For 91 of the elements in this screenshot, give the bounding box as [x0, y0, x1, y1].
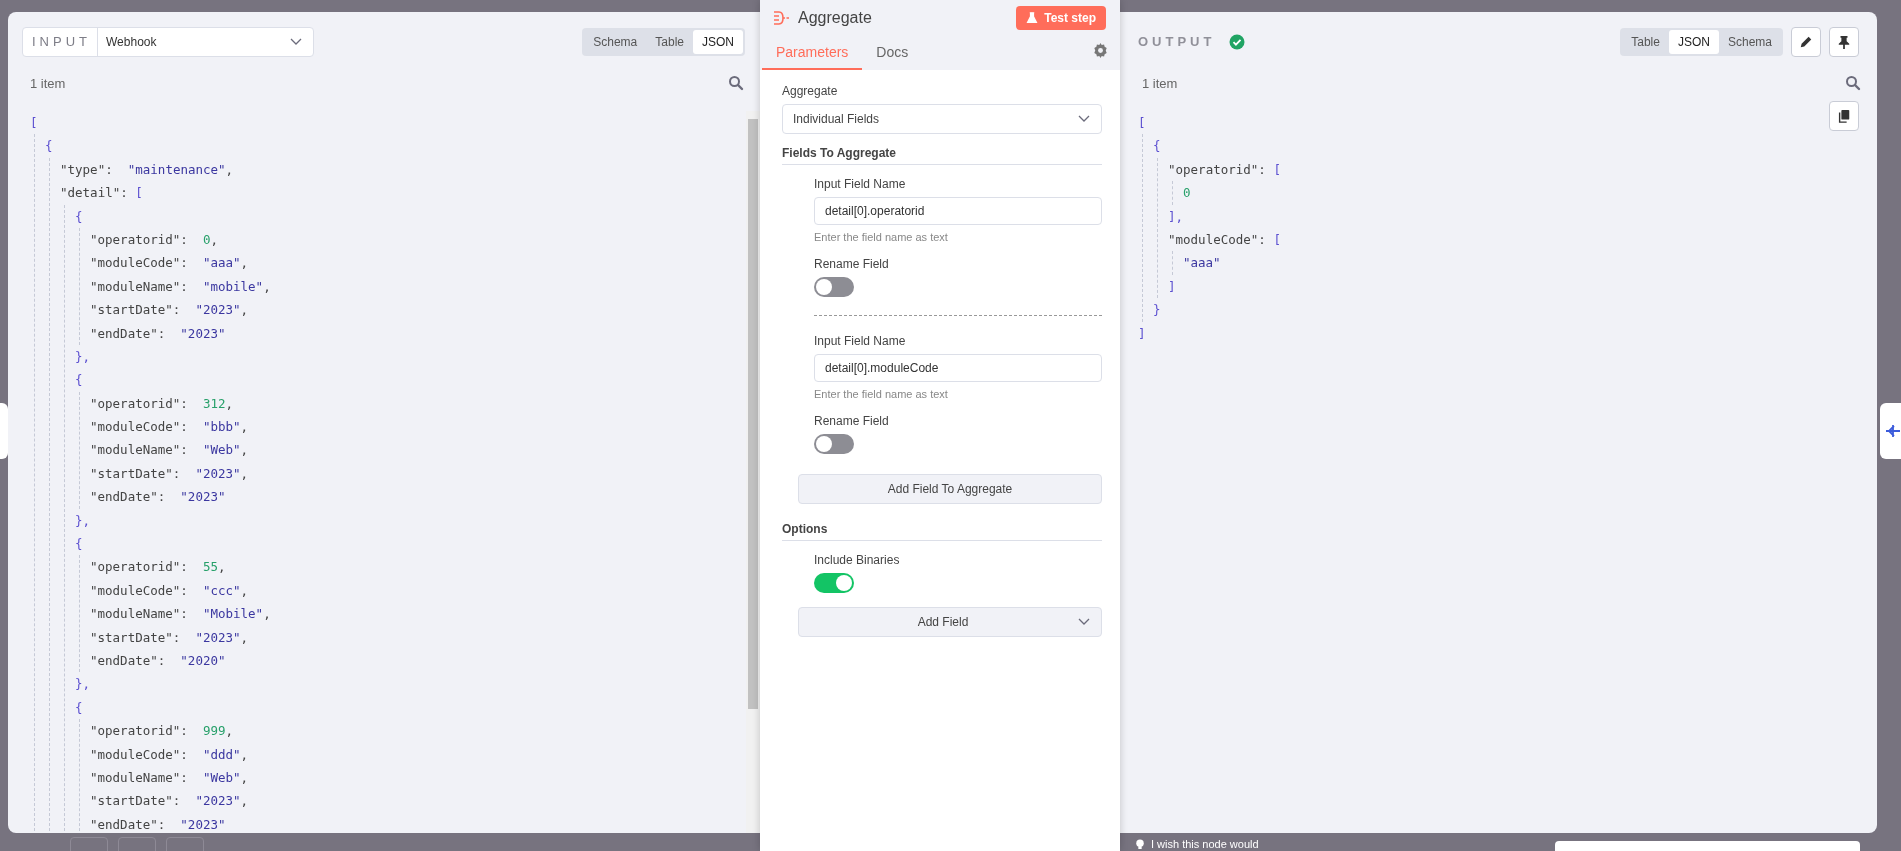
pencil-icon — [1799, 35, 1813, 49]
section-title: Fields To Aggregate — [782, 146, 1102, 165]
source-select[interactable]: INPUT Webhook — [22, 27, 314, 57]
view-tab[interactable]: JSON — [1668, 30, 1719, 54]
view-tab[interactable]: JSON — [693, 30, 743, 54]
json-line: { — [75, 698, 83, 717]
toggle-switch[interactable] — [814, 277, 854, 297]
feedback-text: I wish this node would — [1151, 838, 1259, 850]
json-line: 0 — [1183, 184, 1191, 203]
json-line: "moduleName": "mobile", — [90, 277, 271, 296]
json-line: }, — [75, 511, 91, 530]
json-line: ] — [1138, 324, 1146, 343]
json-line: "startDate": "2023", — [90, 628, 249, 647]
input-field[interactable]: detail[0].operatorid — [814, 197, 1102, 225]
copy-button[interactable] — [1829, 101, 1859, 131]
toggle-switch[interactable] — [814, 434, 854, 454]
json-line: "aaa" — [1183, 254, 1221, 273]
side-tab[interactable] — [1880, 403, 1901, 459]
field-label: Aggregate — [782, 84, 839, 98]
section-title: Options — [782, 522, 1102, 541]
toggle-label: Rename Field — [814, 414, 890, 428]
view-tab[interactable]: Schema — [584, 30, 647, 54]
node-icon — [772, 10, 790, 26]
search-icon — [728, 75, 744, 91]
json-line: [ — [30, 114, 38, 132]
side-tab[interactable] — [0, 403, 8, 459]
panel-label: OUTPUT — [1138, 33, 1217, 51]
json-line: }, — [75, 347, 91, 366]
json-line: "moduleCode": "aaa", — [90, 254, 249, 273]
view-tab[interactable]: Table — [646, 30, 693, 54]
panel-label: INPUT — [23, 28, 98, 56]
panel-tab[interactable]: Docs — [862, 44, 923, 70]
json-line: "moduleCode": "ccc", — [90, 581, 249, 600]
json-line: { — [75, 535, 83, 554]
field-hint: Enter the field name as text — [814, 231, 949, 243]
json-line: "endDate": "2020" — [90, 652, 226, 670]
json-line: } — [1153, 301, 1161, 320]
json-line: [ — [1138, 114, 1146, 132]
toggle-switch[interactable] — [814, 573, 854, 593]
json-line: "moduleCode": "ddd", — [90, 745, 249, 764]
select-value: Webhook — [105, 35, 158, 49]
json-line: { — [75, 207, 83, 226]
json-line: "moduleCode": [ — [1168, 230, 1281, 249]
arrows-icon — [1885, 423, 1901, 439]
json-line: { — [1153, 137, 1161, 156]
add-field-dropdown[interactable]: Add Field — [798, 607, 1102, 637]
node-title: Aggregate — [798, 9, 872, 27]
json-line: "startDate": "2023", — [90, 792, 249, 811]
json-line: "moduleName": "Web", — [90, 768, 249, 787]
json-line: "operatorid": [ — [1168, 160, 1281, 179]
json-line: "moduleCode": "bbb", — [90, 418, 249, 437]
json-line: }, — [75, 675, 91, 694]
lightbulb-icon — [1135, 838, 1145, 850]
json-line: "startDate": "2023", — [90, 301, 249, 320]
item-count: 1 item — [1142, 75, 1178, 91]
json-line: ], — [1168, 207, 1184, 226]
input-field[interactable]: detail[0].moduleCode — [814, 354, 1102, 382]
field-label: Input Field Name — [814, 177, 907, 191]
scrollbar[interactable] — [746, 111, 760, 833]
toggle-label: Include Binaries — [814, 553, 901, 567]
json-line: "detail": [ — [60, 184, 143, 203]
field-hint: Enter the field name as text — [814, 388, 949, 400]
view-tab[interactable]: Table — [1622, 30, 1669, 54]
pin-icon — [1837, 35, 1851, 49]
json-line: "moduleName": "Web", — [90, 441, 249, 460]
json-line: "operatorid": 0, — [90, 230, 218, 249]
json-line: "operatorid": 999, — [90, 722, 233, 741]
edit-button[interactable] — [1791, 27, 1821, 57]
item-count: 1 item — [30, 75, 66, 91]
json-line: "endDate": "2023" — [90, 488, 226, 507]
check-circle-icon — [1229, 34, 1246, 50]
json-line: "type": "maintenance", — [60, 160, 234, 179]
json-line: { — [75, 371, 83, 390]
add-field-button[interactable]: Add Field To Aggregate — [798, 474, 1102, 504]
copy-icon — [1837, 109, 1851, 123]
json-line: ] — [1168, 277, 1176, 296]
json-line: "moduleName": "Mobile", — [90, 605, 271, 624]
search-icon — [1845, 75, 1861, 91]
json-line: "operatorid": 312, — [90, 394, 233, 413]
json-line: "startDate": "2023", — [90, 464, 249, 483]
select-field[interactable]: Individual Fields — [782, 104, 1102, 134]
field-label: Input Field Name — [814, 334, 907, 348]
json-line: { — [45, 137, 53, 156]
json-line: "operatorid": 55, — [90, 558, 226, 577]
json-line: "endDate": "2023" — [90, 324, 226, 343]
json-line: "endDate": "2023" — [90, 815, 226, 833]
view-tab[interactable]: Schema — [1718, 30, 1781, 54]
pin-button[interactable] — [1829, 27, 1859, 57]
toggle-label: Rename Field — [814, 257, 890, 271]
flask-icon — [1026, 11, 1039, 25]
settings-icon[interactable] — [1093, 43, 1108, 58]
